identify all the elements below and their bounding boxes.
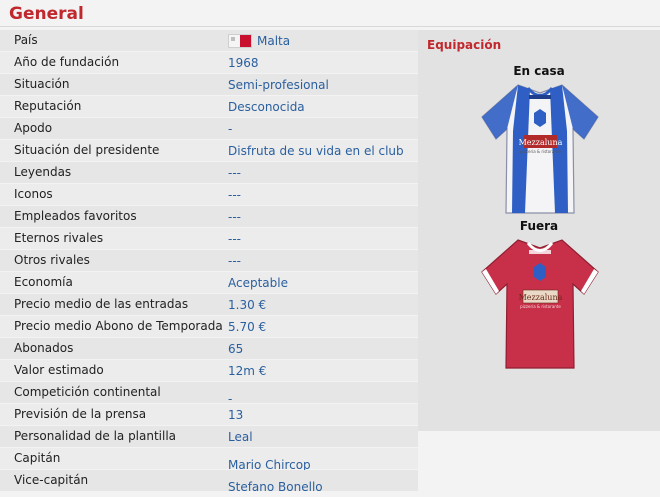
row-eternal-rivals: Eternos rivales --- [0,228,418,249]
kits-panel: Equipación En casa Mezzaluna pizzeria & … [418,30,660,431]
row-value-link[interactable]: Malta [257,34,290,48]
row-value: 13 [228,408,244,422]
row-label: Empleados favoritos [14,209,137,223]
section-title: General [9,4,84,24]
row-label: Vice-capitán [14,473,89,487]
row-label: Precio medio Abono de Temporada [14,319,223,333]
row-label: Iconos [14,187,53,201]
row-favourite-staff: Empleados favoritos --- [0,206,418,227]
row-label: Eternos rivales [14,231,104,245]
row-squad-personality: Personalidad de la plantilla Leal [0,426,418,447]
vice-captain-link[interactable]: Stefano Bonello [228,480,323,494]
svg-text:pizzeria & ristorante: pizzeria & ristorante [520,149,561,154]
row-value: --- [228,166,241,180]
row-founded: Año de fundación 1968 [0,52,418,73]
row-other-rivals: Otros rivales --- [0,250,418,271]
row-estimated-value: Valor estimado 12m € [0,360,418,381]
row-value: --- [228,210,241,224]
malta-flag-icon [228,34,252,48]
row-season-ticket-price: Precio medio Abono de Temporada 5.70 € [0,316,418,337]
row-label: Situación del presidente [14,143,160,157]
row-label: Leyendas [14,165,72,179]
away-kit-shirt-icon: Mezzaluna pizzeria & ristorante [481,239,599,369]
row-value: Disfruta de su vida en el club [228,144,404,158]
row-value: Semi-profesional [228,78,329,92]
row-value: --- [228,232,241,246]
row-label: Precio medio de las entradas [14,297,189,311]
row-ticket-price: Precio medio de las entradas 1.30 € [0,294,418,315]
row-continental-competition: Competición continental - [0,382,418,406]
away-kit-label: Fuera [519,219,559,233]
row-finances: Economía Aceptable [0,272,418,293]
row-status: Situación Semi-profesional [0,74,418,95]
info-table: País Malta Año de fundación 1968 Situaci… [0,30,418,494]
svg-text:pizzeria & ristorante: pizzeria & ristorante [520,304,561,309]
row-reputation: Reputación Desconocida [0,96,418,117]
kits-title: Equipación [427,38,502,52]
svg-text:Mezzaluna: Mezzaluna [519,138,563,147]
row-label: Reputación [14,99,82,113]
row-value: --- [228,188,241,202]
row-label: Economía [14,275,73,289]
row-value: 12m € [228,364,267,378]
row-country: País Malta [0,30,418,51]
row-label: País [14,33,38,47]
home-kit-label: En casa [513,64,565,78]
row-value: 1968 [228,56,259,70]
home-kit-shirt-icon: Mezzaluna pizzeria & ristorante [481,84,599,214]
row-label: Situación [14,77,70,91]
row-label: Personalidad de la plantilla [14,429,177,443]
row-label: Otros rivales [14,253,90,267]
row-label: Año de fundación [14,55,120,69]
row-label: Capitán [14,451,61,465]
row-value: Desconocida [228,100,305,114]
row-value: 65 [228,342,244,356]
row-chairman-status: Situación del presidente Disfruta de su … [0,140,418,161]
row-season-ticket-holders: Abonados 65 [0,338,418,359]
row-legends: Leyendas --- [0,162,418,183]
row-captain: Capitán Mario Chircop [0,448,418,472]
row-icons: Iconos --- [0,184,418,205]
row-value: Aceptable [228,276,288,290]
row-label: Apodo [14,121,53,135]
row-value: --- [228,254,241,268]
row-value: Leal [228,430,253,444]
row-value: - [228,122,233,136]
row-value: 1.30 € [228,298,267,312]
row-label: Valor estimado [14,363,104,377]
row-label: Abonados [14,341,74,355]
row-label: Previsión de la prensa [14,407,147,421]
row-vice-captain: Vice-capitán Stefano Bonello [0,470,418,494]
svg-text:Mezzaluna: Mezzaluna [519,293,563,302]
title-divider [0,26,660,27]
row-label: Competición continental [14,385,161,399]
row-media-prediction: Previsión de la prensa 13 [0,404,418,425]
row-value: 5.70 € [228,320,267,334]
row-nickname: Apodo - [0,118,418,139]
